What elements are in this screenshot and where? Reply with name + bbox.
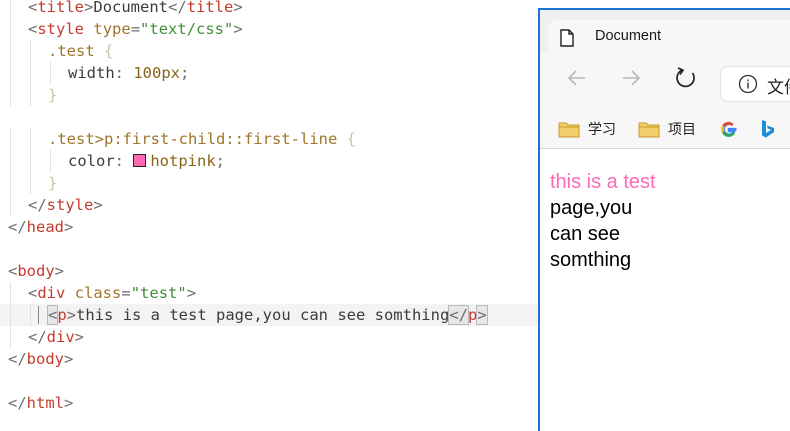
forward-arrow-icon bbox=[623, 70, 641, 86]
code-line[interactable]: <body> bbox=[0, 260, 540, 282]
bookmark-label: 学习 bbox=[588, 121, 616, 137]
indent-guide bbox=[10, 172, 11, 194]
code-line[interactable] bbox=[0, 238, 540, 260]
code-line[interactable]: } bbox=[0, 84, 540, 106]
indent-guide bbox=[10, 128, 11, 150]
indent-guide bbox=[50, 62, 51, 84]
code-text: </style> bbox=[28, 196, 103, 214]
code-text: color: hotpink; bbox=[68, 152, 226, 170]
code-line[interactable]: .test>p:first-child::first-line { bbox=[0, 128, 540, 150]
code-text: <style type="text/css"> bbox=[28, 20, 243, 38]
code-line[interactable]: .test { bbox=[0, 40, 540, 62]
refresh-button[interactable] bbox=[671, 63, 701, 93]
indent-guide bbox=[30, 62, 31, 84]
text-cursor bbox=[38, 306, 39, 324]
code-line[interactable]: </div> bbox=[0, 326, 540, 348]
first-line-text: this is a test bbox=[550, 171, 656, 193]
page-viewport: this is a test page,you can see somthing bbox=[540, 149, 790, 431]
bookmark-google[interactable] bbox=[720, 118, 738, 140]
indent-guide bbox=[30, 172, 31, 194]
code-line[interactable]: <title>Document</title> bbox=[0, 0, 540, 18]
address-bar[interactable]: 文件 bbox=[720, 66, 790, 102]
bookmark-bing[interactable] bbox=[760, 118, 776, 140]
tab-title: Document bbox=[595, 28, 662, 44]
code-line[interactable]: <p>this is a test page,you can see somth… bbox=[0, 304, 540, 326]
refresh-icon bbox=[676, 67, 695, 88]
indent-guide bbox=[10, 62, 11, 84]
folder-icon bbox=[638, 122, 660, 137]
back-arrow-icon bbox=[567, 70, 585, 86]
bing-icon bbox=[762, 120, 774, 138]
indent-guide bbox=[10, 84, 11, 106]
indent-guide bbox=[30, 84, 31, 106]
color-swatch[interactable] bbox=[133, 154, 147, 167]
rendered-paragraph: this is a test page,you can see somthing bbox=[550, 169, 656, 273]
google-icon bbox=[721, 121, 737, 137]
code-text: } bbox=[48, 86, 58, 104]
code-text: </div> bbox=[28, 328, 85, 346]
forward-button[interactable] bbox=[616, 63, 646, 93]
code-text: <p>this is a test page,you can see somth… bbox=[46, 305, 488, 325]
indent-guide bbox=[10, 282, 11, 304]
code-text: width: 100px; bbox=[68, 64, 190, 82]
code-line[interactable]: <style type="text/css"> bbox=[0, 18, 540, 40]
rest-text: page,you can see somthing bbox=[550, 197, 633, 271]
code-text: </html> bbox=[8, 394, 74, 412]
bookmark-label: 项目 bbox=[668, 121, 696, 137]
code-line[interactable]: </body> bbox=[0, 348, 540, 370]
bookmarks-bar: 学习 项目 bbox=[540, 110, 790, 149]
indent-guide bbox=[30, 40, 31, 62]
code-text: <body> bbox=[8, 262, 65, 280]
document-icon bbox=[560, 29, 574, 52]
tab-document[interactable]: Document bbox=[548, 20, 790, 52]
code-text: <div class="test"> bbox=[28, 284, 197, 302]
bookmark-xiangmu[interactable]: 项目 bbox=[638, 118, 696, 140]
indent-guide bbox=[10, 18, 11, 40]
code-text: </head> bbox=[8, 218, 74, 236]
code-line[interactable]: } bbox=[0, 172, 540, 194]
indent-guide bbox=[10, 150, 11, 172]
code-line[interactable]: </html> bbox=[0, 392, 540, 414]
indent-guide bbox=[30, 304, 31, 326]
address-text: 文件 bbox=[767, 78, 790, 97]
code-line[interactable]: color: hotpink; bbox=[0, 150, 540, 172]
indent-guide bbox=[10, 40, 11, 62]
indent-guide bbox=[10, 0, 11, 18]
indent-guide bbox=[30, 150, 31, 172]
code-line[interactable] bbox=[0, 106, 540, 128]
code-text: </body> bbox=[8, 350, 74, 368]
code-line[interactable] bbox=[0, 370, 540, 392]
code-line[interactable]: width: 100px; bbox=[0, 62, 540, 84]
folder-icon bbox=[558, 122, 580, 137]
bookmark-xuexi[interactable]: 学习 bbox=[558, 118, 616, 140]
back-button[interactable] bbox=[562, 63, 592, 93]
code-text: .test { bbox=[48, 42, 114, 60]
code-line[interactable]: <div class="test"> bbox=[0, 282, 540, 304]
code-line[interactable]: </head> bbox=[0, 216, 540, 238]
browser-toolbar: 文件 bbox=[540, 52, 790, 110]
code-text: .test>p:first-child::first-line { bbox=[48, 130, 356, 148]
browser-window: Document 文 学习 项目 this is a test page,you… bbox=[538, 8, 790, 431]
indent-guide bbox=[10, 194, 11, 216]
code-text: } bbox=[48, 174, 58, 192]
info-icon[interactable] bbox=[738, 74, 758, 99]
indent-guide bbox=[30, 128, 31, 150]
code-text: <title>Document</title> bbox=[28, 0, 243, 16]
code-line[interactable]: </style> bbox=[0, 194, 540, 216]
indent-guide bbox=[10, 326, 11, 348]
tab-strip: Document bbox=[540, 10, 790, 52]
indent-guide bbox=[10, 304, 11, 326]
indent-guide bbox=[50, 150, 51, 172]
code-editor[interactable]: <title>Document</title> <style type="text… bbox=[0, 0, 540, 429]
